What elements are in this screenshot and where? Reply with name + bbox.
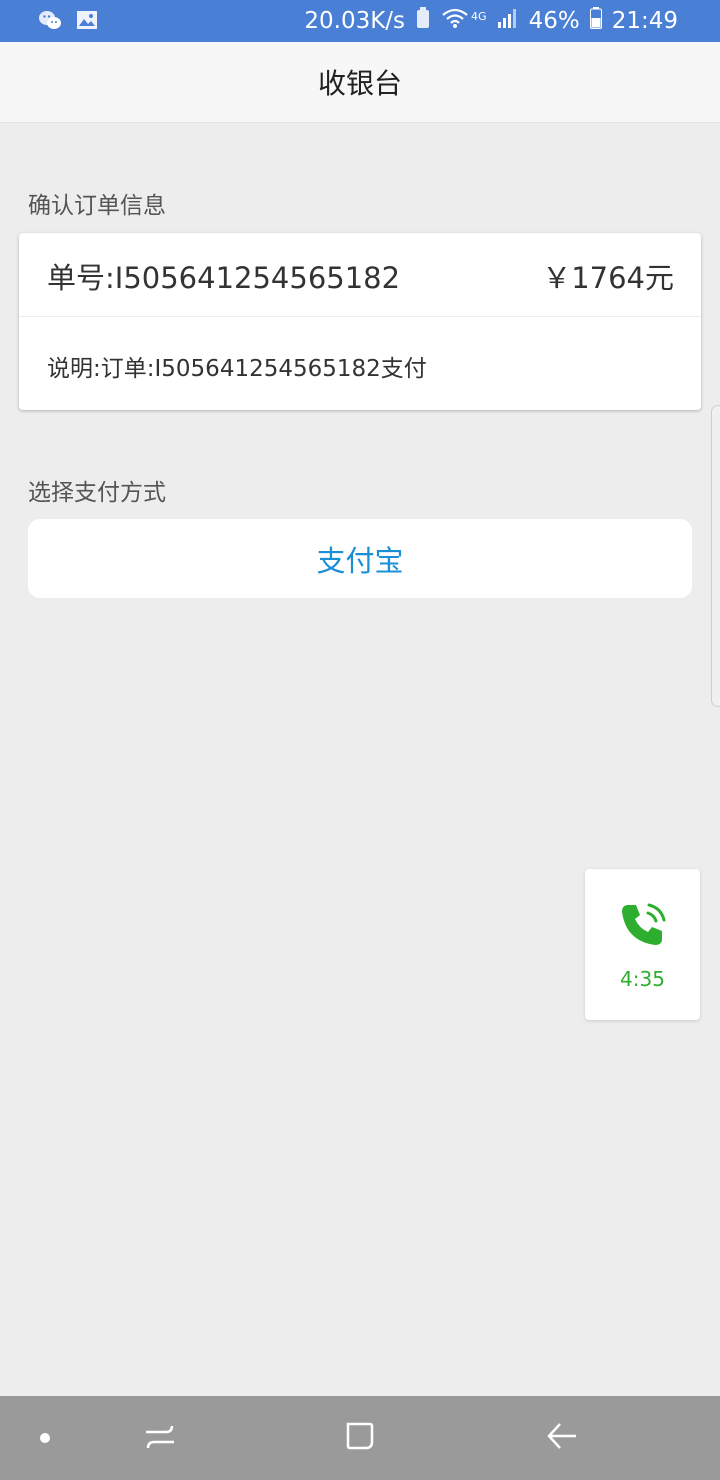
call-duration: 4:35	[620, 967, 665, 991]
order-amount: ￥1764元	[542, 261, 674, 295]
page-title: 收银台	[317, 67, 402, 100]
image-icon	[76, 10, 98, 36]
recent-apps-icon	[144, 1420, 176, 1456]
battery-percent: 46%	[528, 8, 580, 34]
order-section-label: 确认订单信息	[28, 193, 166, 219]
signal-icon	[497, 8, 519, 34]
floating-call-widget[interactable]: 4:35	[585, 869, 700, 1020]
alipay-button[interactable]: 支付宝	[28, 519, 692, 598]
page-header: 收银台	[0, 42, 720, 123]
home-icon	[344, 1420, 376, 1456]
order-summary-row: 单号:I505641254565182 ￥1764元	[19, 233, 701, 317]
nav-dot-button[interactable]	[25, 1396, 65, 1480]
navigation-bar	[0, 1396, 720, 1480]
back-button[interactable]	[532, 1396, 592, 1480]
wechat-icon	[38, 9, 62, 37]
recycle-icon	[415, 7, 431, 35]
edge-panel-handle[interactable]	[711, 405, 720, 707]
clock: 21:49	[611, 8, 678, 34]
wifi-icon	[441, 7, 469, 35]
alipay-label: 支付宝	[316, 543, 404, 578]
recent-apps-button[interactable]	[130, 1396, 190, 1480]
network-speed: 20.03K/s	[304, 8, 406, 34]
order-description: 说明:订单:I505641254565182支付	[47, 356, 427, 382]
status-bar-left	[38, 9, 98, 37]
payment-section-label: 选择支付方式	[28, 480, 166, 506]
order-number: 单号:I505641254565182	[47, 261, 401, 295]
status-bar-right: 20.03K/s 4G 46% 21:49	[304, 7, 678, 35]
home-button[interactable]	[330, 1396, 390, 1480]
network-type: 4G	[471, 9, 487, 23]
phone-call-icon	[618, 899, 668, 949]
dot-icon	[39, 1429, 51, 1448]
order-card: 单号:I505641254565182 ￥1764元 说明:订单:I505641…	[19, 233, 701, 410]
battery-icon	[589, 7, 602, 35]
back-icon	[546, 1420, 578, 1456]
status-bar: 20.03K/s 4G 46% 21:49	[0, 0, 720, 42]
